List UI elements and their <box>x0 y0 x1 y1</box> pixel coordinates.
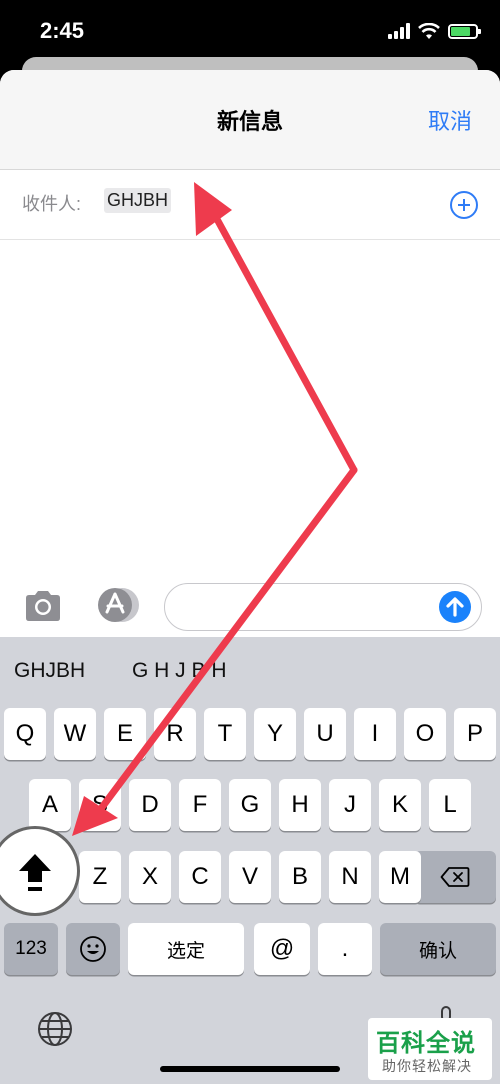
app-store-icon[interactable] <box>94 586 140 624</box>
key-n[interactable]: N <box>329 851 371 903</box>
message-input[interactable] <box>164 583 482 631</box>
add-recipient-button[interactable] <box>450 191 478 219</box>
send-button[interactable] <box>439 591 471 623</box>
recipient-chip[interactable]: GHJBH <box>104 188 172 213</box>
key-j[interactable]: J <box>329 779 371 831</box>
key-v[interactable]: V <box>229 851 271 903</box>
key-w[interactable]: W <box>54 708 96 760</box>
compose-bar <box>0 570 500 640</box>
key-x[interactable]: X <box>129 851 171 903</box>
key-o[interactable]: O <box>404 708 446 760</box>
suggestion-bar: GHJBH G H J B H <box>0 637 500 705</box>
key-h[interactable]: H <box>279 779 321 831</box>
key-r[interactable]: R <box>154 708 196 760</box>
shift-key[interactable] <box>0 826 80 916</box>
key-t[interactable]: T <box>204 708 246 760</box>
nav-bar: 新信息 取消 <box>0 70 500 170</box>
key-c[interactable]: C <box>179 851 221 903</box>
home-indicator <box>160 1066 340 1072</box>
watermark-title: 百科全说 <box>376 1030 476 1057</box>
key-q[interactable]: Q <box>4 708 46 760</box>
key-y[interactable]: Y <box>254 708 296 760</box>
battery-charging-icon <box>448 23 481 39</box>
page-title: 新信息 <box>216 109 283 134</box>
status-bar: 2:45 <box>0 0 500 62</box>
key-a[interactable]: A <box>29 779 71 831</box>
cancel-button[interactable]: 取消 <box>428 104 472 136</box>
key-k[interactable]: K <box>379 779 421 831</box>
period-key[interactable]: . <box>318 923 372 975</box>
recipient-label: 收件人: <box>22 194 82 214</box>
key-d[interactable]: D <box>129 779 171 831</box>
confirm-key[interactable]: 确认 <box>380 923 496 975</box>
key-b[interactable]: B <box>279 851 321 903</box>
status-icons <box>388 20 481 42</box>
key-u[interactable]: U <box>304 708 346 760</box>
watermark-logo: 百科全说 助你轻松解决 <box>368 1018 492 1080</box>
key-e[interactable]: E <box>104 708 146 760</box>
key-f[interactable]: F <box>179 779 221 831</box>
key-z[interactable]: Z <box>79 851 121 903</box>
suggestion-item[interactable]: G H J B H <box>132 659 227 683</box>
watermark-subtitle: 助你轻松解决 <box>382 1058 472 1074</box>
key-i[interactable]: I <box>354 708 396 760</box>
signal-icon <box>388 23 410 39</box>
at-key[interactable]: @ <box>254 923 310 975</box>
battery-level <box>451 26 471 36</box>
key-s[interactable]: S <box>79 779 121 831</box>
wifi-icon <box>418 22 440 39</box>
numbers-key[interactable]: 123 <box>4 923 58 975</box>
recipient-row[interactable]: 收件人: GHJBH <box>0 170 500 240</box>
emoji-icon <box>80 936 106 962</box>
arrow-up-icon <box>446 597 464 617</box>
key-m[interactable]: M <box>379 851 421 903</box>
key-g[interactable]: G <box>229 779 271 831</box>
backspace-icon <box>440 867 470 887</box>
shift-icon <box>19 854 51 891</box>
camera-icon[interactable] <box>22 586 64 626</box>
key-l[interactable]: L <box>429 779 471 831</box>
status-time: 2:45 <box>40 18 85 43</box>
key-p[interactable]: P <box>454 708 496 760</box>
select-key[interactable]: 选定 <box>128 923 244 975</box>
emoji-key[interactable] <box>66 923 120 975</box>
backspace-key[interactable] <box>414 851 496 903</box>
globe-icon[interactable] <box>36 1010 74 1048</box>
suggestion-item[interactable]: GHJBH <box>14 659 85 683</box>
